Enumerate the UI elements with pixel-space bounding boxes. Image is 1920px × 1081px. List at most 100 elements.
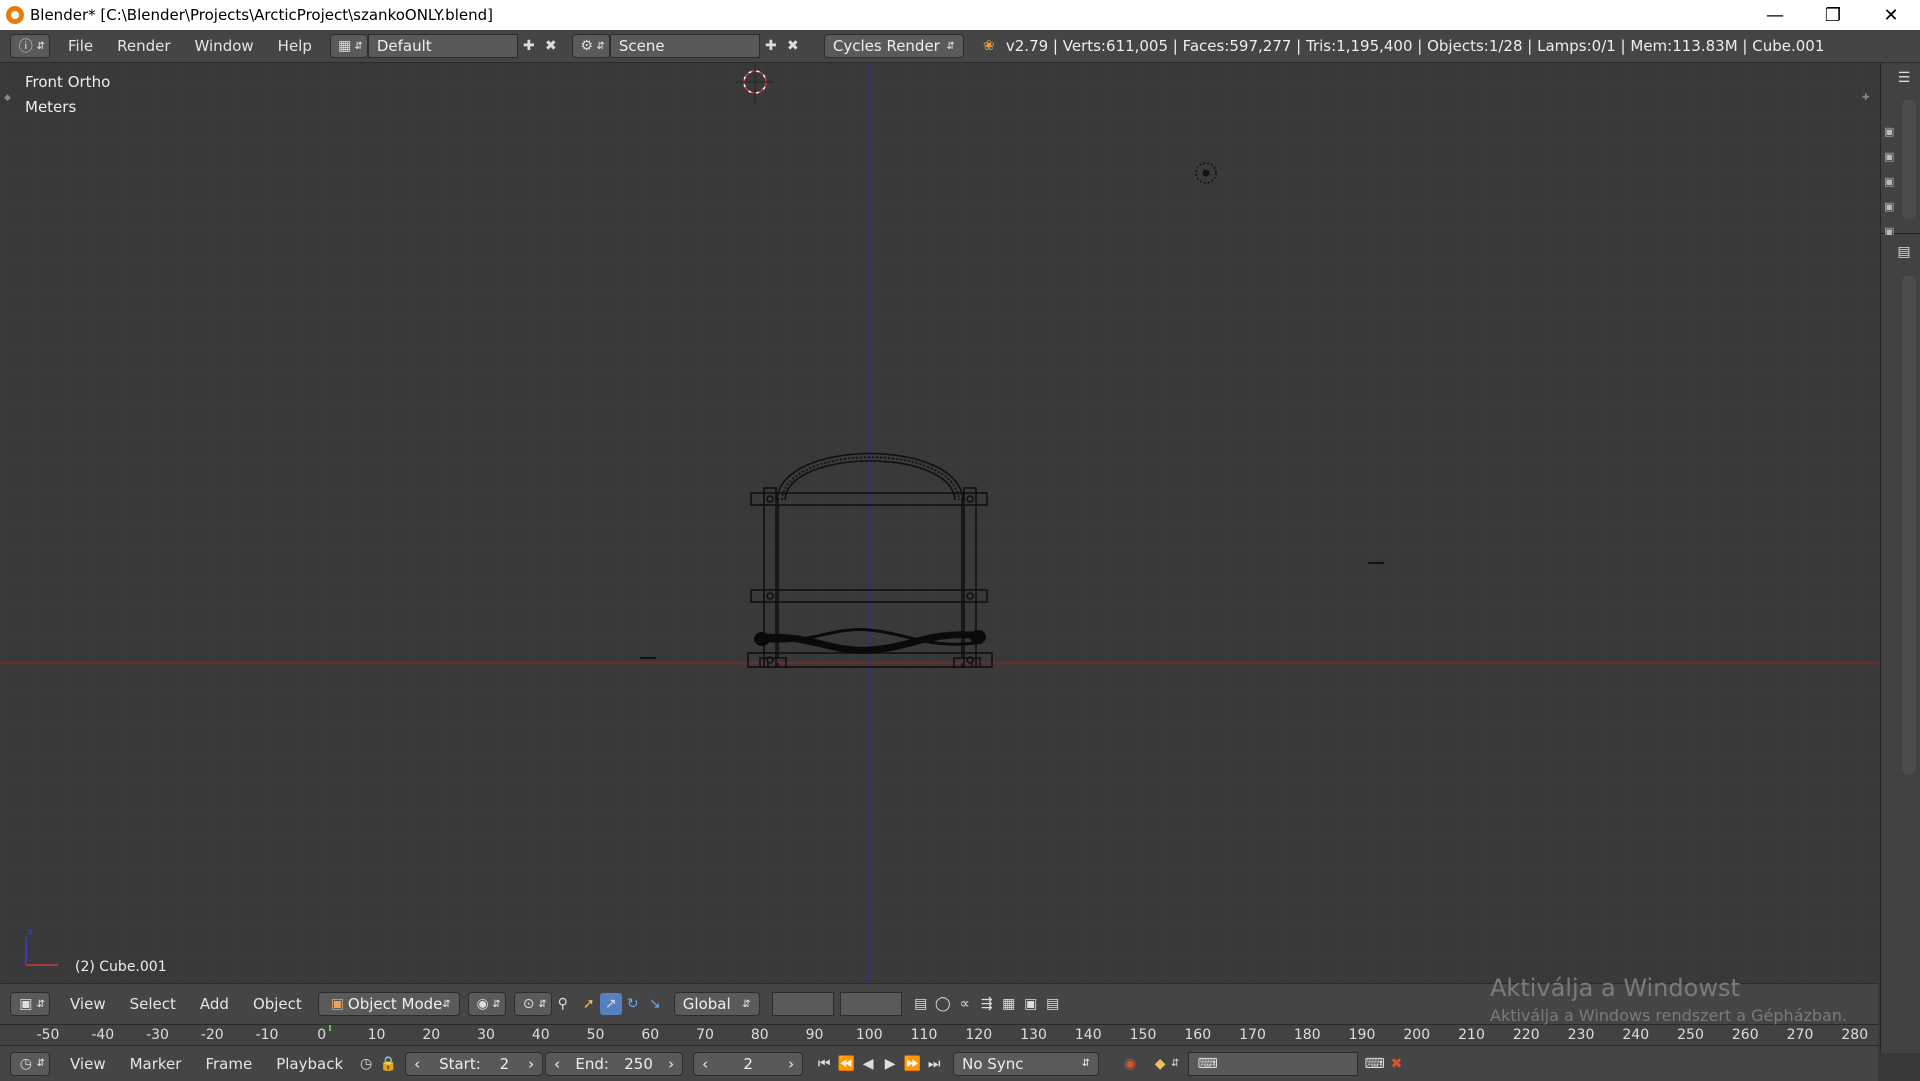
ruler-tick-label: 260 — [1731, 1027, 1759, 1043]
editor-type-selector[interactable]: ⓘ ⇵ — [10, 34, 50, 58]
play-icon[interactable]: ▶ — [879, 1053, 901, 1075]
scene-selector[interactable]: ⚙ ⇵ — [571, 34, 610, 58]
window-title: Blender* [C:\Blender\Projects\ArcticProj… — [30, 6, 493, 24]
jump-start-icon[interactable]: ⏮ — [813, 1053, 835, 1075]
current-frame-field[interactable]: ‹ 2 › — [693, 1051, 804, 1076]
dropdown-arrows-icon: ⇵ — [742, 998, 751, 1010]
menu-select[interactable]: Select — [118, 995, 188, 1013]
object-dash-right — [1368, 562, 1384, 564]
opengl-render-animation-icon[interactable]: ▤ — [1042, 993, 1064, 1015]
menu-add[interactable]: Add — [188, 995, 241, 1013]
interaction-mode-dropdown[interactable]: ▣ Object Mode ⇵ — [317, 992, 460, 1016]
menu-view[interactable]: View — [58, 995, 118, 1013]
lamp-icon[interactable] — [1192, 159, 1222, 189]
ruler-tick-label: 140 — [1074, 1027, 1102, 1043]
keying-set-arrows-icon[interactable]: ⇵ — [1171, 1058, 1179, 1069]
outliner-editor-icon[interactable]: ☰ — [1893, 67, 1915, 89]
layout-name-field[interactable]: Default — [367, 34, 518, 58]
insert-keyframe-icon[interactable]: ⌨ — [1364, 1053, 1386, 1075]
axis-gizmo-icon: z — [25, 928, 58, 966]
properties-editor-icon[interactable]: ▤ — [1893, 241, 1915, 263]
play-reverse-icon[interactable]: ◀ — [857, 1053, 879, 1075]
jump-end-icon[interactable]: ⏭ — [923, 1053, 945, 1075]
toolshelf-toggle-icon[interactable]: ◆ — [4, 93, 11, 103]
menu-timeline-view[interactable]: View — [58, 1055, 118, 1073]
layer-lock-icon[interactable]: ▤ — [910, 993, 932, 1015]
close-icon[interactable]: ✕ — [1862, 0, 1920, 30]
jump-prev-keyframe-icon[interactable]: ⏪ — [835, 1053, 857, 1075]
menu-marker[interactable]: Marker — [118, 1055, 194, 1073]
screen-layout-selector[interactable]: ▦ ⇵ — [329, 34, 368, 58]
windows-activation-watermark: Aktiválja a Windowst Aktiválja a Windows… — [1490, 974, 1847, 1025]
outliner-items-icons[interactable]: ▣ ▣ ▣ ▣ ▣ — [1884, 119, 1894, 244]
timeline-editor-type-selector[interactable]: ◷ ⇵ — [10, 1051, 50, 1076]
remove-scene-icon[interactable]: ✖ — [782, 35, 804, 57]
rotate-manipulator-icon[interactable]: ↻ — [622, 993, 644, 1015]
blender-icon: ❀ — [983, 38, 995, 54]
units-label: Meters — [25, 98, 77, 116]
start-frame-value: 2 — [499, 1054, 510, 1073]
outliner-scrollbar[interactable] — [1902, 99, 1916, 219]
use-preview-range-icon[interactable]: ◷ — [355, 1053, 377, 1075]
jump-next-keyframe-icon[interactable]: ⏩ — [901, 1053, 923, 1075]
ruler-tick-label: 90 — [805, 1027, 824, 1043]
add-scene-icon[interactable]: ✚ — [760, 35, 782, 57]
manipulator-toggle-icon[interactable]: ⚲ — [552, 993, 574, 1015]
pivot-point-dropdown[interactable]: ⊙ ⇵ — [513, 992, 552, 1016]
maximize-icon[interactable]: ❐ — [1804, 0, 1862, 30]
layer-buttons-group-1[interactable] — [771, 992, 834, 1016]
ruler-tick-label: -10 — [255, 1027, 279, 1043]
transform-orientation-label: Global — [682, 995, 731, 1013]
render-engine-dropdown[interactable]: Cycles Render ⇵ — [823, 34, 964, 58]
lock-time-icon[interactable]: 🔒 — [377, 1053, 399, 1075]
properties-toggle-icon[interactable]: ✚ — [1862, 93, 1870, 103]
properties-panel[interactable]: ▤ — [1881, 235, 1920, 1053]
menu-window[interactable]: Window — [183, 37, 266, 55]
menu-help[interactable]: Help — [266, 37, 324, 55]
remove-layout-icon[interactable]: ✖ — [540, 35, 562, 57]
menu-playback[interactable]: Playback — [264, 1055, 355, 1073]
sled-wireframe-object[interactable] — [740, 418, 1000, 668]
ruler-tick-label: 110 — [910, 1027, 938, 1043]
keying-set-field[interactable]: ⌨ — [1187, 1051, 1358, 1076]
scene-name-field[interactable]: Scene — [609, 34, 760, 58]
translate-manipulator-icon[interactable]: ↗ — [599, 993, 622, 1015]
layout-name: Default — [376, 37, 432, 55]
info-header: ⓘ ⇵ File Render Window Help ▦ ⇵ Default ✚ … — [0, 30, 1920, 63]
menu-object[interactable]: Object — [241, 995, 314, 1013]
keyframe-icon[interactable]: ◆ — [1149, 1053, 1171, 1075]
svg-text:z: z — [28, 928, 33, 938]
ruler-tick-label: 40 — [531, 1027, 550, 1043]
ruler-tick-label: 0 — [317, 1027, 327, 1043]
scene-icon: ⚙ — [580, 38, 593, 54]
layer-buttons-group-2[interactable] — [839, 992, 902, 1016]
scale-manipulator-icon[interactable]: ↘ — [644, 993, 666, 1015]
viewport-shading-dropdown[interactable]: ◉ ⇵ — [467, 992, 506, 1016]
view3d-editor-type-selector[interactable]: ▣ ⇵ — [10, 992, 50, 1016]
opengl-render-icon[interactable]: ▣ — [1020, 993, 1042, 1015]
add-layout-icon[interactable]: ✚ — [518, 35, 540, 57]
transform-manipulator-icon[interactable]: ➚ — [578, 993, 600, 1015]
sync-mode-label: No Sync — [962, 1054, 1024, 1073]
minimize-icon[interactable]: — — [1746, 0, 1804, 30]
transform-orientation-dropdown[interactable]: Global ⇵ — [673, 992, 760, 1016]
menu-frame[interactable]: Frame — [193, 1055, 264, 1073]
proportional-edit-icon[interactable]: ◯ — [932, 993, 954, 1015]
snap-magnet-icon[interactable]: ∝ — [954, 993, 976, 1015]
ruler-tick-label: 120 — [965, 1027, 993, 1043]
snap-element-icon[interactable]: ⇶ — [976, 993, 998, 1015]
3d-viewport[interactable]: Front Ortho Meters (2) Cube.001 z ◆ ✚ — [0, 63, 1878, 983]
end-frame-field[interactable]: ‹ End: 250 › — [545, 1051, 684, 1076]
outliner-panel[interactable]: ☰ ▣ ▣ ▣ ▣ ▣ — [1881, 63, 1920, 238]
properties-scrollbar[interactable] — [1902, 275, 1916, 775]
delete-keyframe-icon[interactable]: ✖ — [1386, 1053, 1408, 1075]
timeline-ruler[interactable]: -50 -40 -30 -20 -10 0 10 20 30 40 50 60 70 80 90 100 110… — [0, 1024, 1878, 1045]
sync-mode-dropdown[interactable]: No Sync ⇵ — [953, 1051, 1100, 1076]
start-frame-field[interactable]: ‹ Start: 2 › — [405, 1051, 544, 1076]
end-frame-value: 250 — [624, 1054, 653, 1073]
ruler-tick-label: 10 — [367, 1027, 386, 1043]
record-icon[interactable]: ◉ — [1119, 1053, 1141, 1075]
snap-target-icon[interactable]: ▦ — [998, 993, 1020, 1015]
menu-file[interactable]: File — [56, 37, 105, 55]
menu-render[interactable]: Render — [105, 37, 182, 55]
